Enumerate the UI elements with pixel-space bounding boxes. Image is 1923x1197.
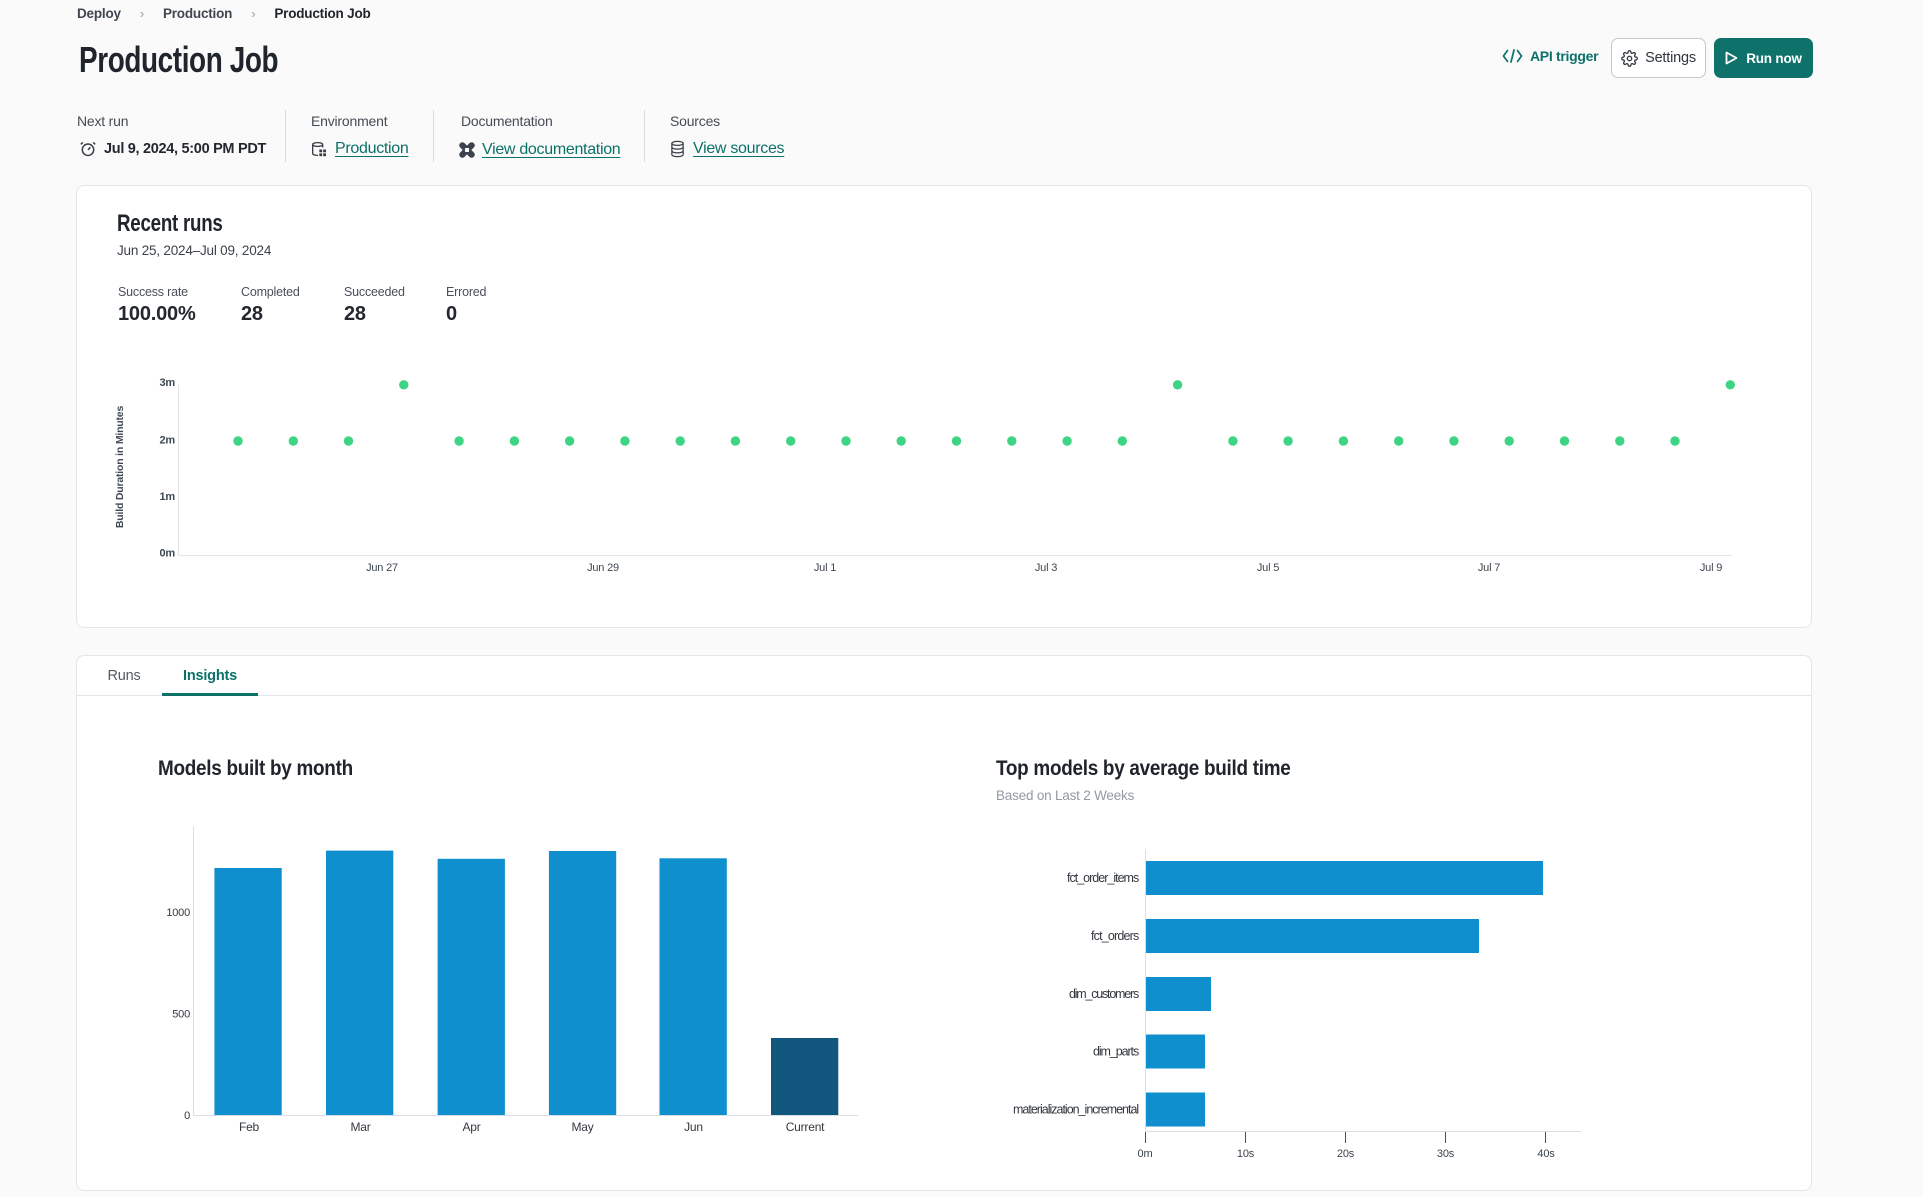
svg-text:Jul 3: Jul 3 xyxy=(1035,562,1057,574)
svg-text:Jul 7: Jul 7 xyxy=(1478,562,1500,574)
svg-text:0m: 0m xyxy=(160,548,176,560)
svg-text:Apr: Apr xyxy=(462,1120,480,1134)
svg-text:Jul 9: Jul 9 xyxy=(1700,562,1722,574)
svg-text:20s: 20s xyxy=(1337,1148,1355,1160)
svg-text:Jun 29: Jun 29 xyxy=(587,562,619,574)
svg-text:0m: 0m xyxy=(1138,1148,1153,1160)
svg-text:dim_customers: dim_customers xyxy=(1069,987,1139,1001)
svg-text:Feb: Feb xyxy=(239,1120,260,1134)
svg-text:30s: 30s xyxy=(1437,1148,1455,1160)
svg-text:materialization_incremental: materialization_incremental xyxy=(1013,1103,1139,1117)
svg-text:1000: 1000 xyxy=(166,907,190,919)
svg-text:2m: 2m xyxy=(160,435,176,447)
svg-text:Jul 5: Jul 5 xyxy=(1257,562,1279,574)
svg-text:Current: Current xyxy=(786,1120,825,1134)
svg-text:0: 0 xyxy=(184,1110,190,1122)
svg-text:Build Duration in Minutes: Build Duration in Minutes xyxy=(114,406,126,529)
svg-text:May: May xyxy=(571,1120,593,1134)
svg-text:fct_order_items: fct_order_items xyxy=(1067,871,1139,885)
svg-text:1m: 1m xyxy=(160,491,176,503)
svg-text:fct_orders: fct_orders xyxy=(1091,929,1139,943)
svg-text:3m: 3m xyxy=(160,377,176,389)
svg-text:Jun: Jun xyxy=(684,1120,703,1134)
svg-text:500: 500 xyxy=(172,1009,190,1021)
svg-text:Jun 27: Jun 27 xyxy=(366,562,398,574)
svg-text:10s: 10s xyxy=(1237,1148,1255,1160)
svg-text:Mar: Mar xyxy=(350,1120,370,1134)
svg-text:dim_parts: dim_parts xyxy=(1093,1045,1139,1059)
svg-text:40s: 40s xyxy=(1537,1148,1555,1160)
svg-text:Jul 1: Jul 1 xyxy=(814,562,836,574)
